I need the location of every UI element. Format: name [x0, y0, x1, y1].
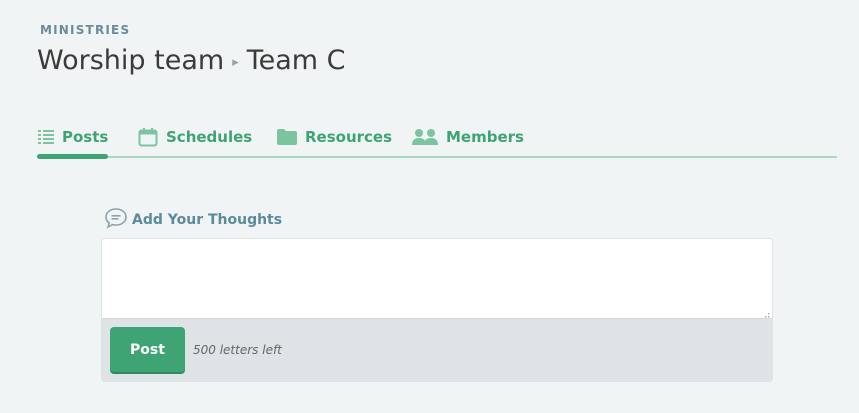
calendar-icon — [137, 127, 159, 147]
tab-posts[interactable]: Posts — [37, 118, 109, 159]
composer: Post 500 letters left — [101, 238, 773, 382]
breadcrumb-parent[interactable]: Worship team — [37, 45, 224, 76]
section-eyebrow: MINISTRIES — [40, 23, 131, 37]
speech-bubble-icon — [104, 207, 128, 233]
list-icon — [37, 127, 55, 147]
letters-left-counter: 500 letters left — [193, 343, 282, 357]
tab-resources[interactable]: Resources — [276, 118, 392, 156]
tab-resources-label: Resources — [305, 128, 393, 146]
tab-bar: Posts Schedules Resources Members — [37, 118, 837, 159]
breadcrumb-separator: ▸ — [232, 54, 239, 70]
composer-label: Add Your Thoughts — [104, 207, 282, 233]
breadcrumb-current: Team C — [246, 45, 346, 76]
tab-schedules-label: Schedules — [166, 128, 253, 146]
resize-handle-icon[interactable] — [760, 306, 770, 321]
tab-members-label: Members — [446, 128, 524, 146]
folder-icon — [276, 127, 298, 147]
page: MINISTRIES Worship team ▸ Team C Posts S… — [0, 0, 859, 413]
composer-footer: Post 500 letters left — [102, 318, 772, 381]
people-icon — [411, 127, 439, 147]
page-title: Worship team ▸ Team C — [37, 45, 346, 76]
tab-members[interactable]: Members — [411, 118, 524, 156]
composer-label-text: Add Your Thoughts — [132, 212, 283, 228]
tab-posts-label: Posts — [62, 128, 109, 146]
thoughts-textarea[interactable] — [102, 239, 772, 318]
post-button[interactable]: Post — [110, 327, 185, 372]
tab-schedules[interactable]: Schedules — [137, 118, 252, 156]
